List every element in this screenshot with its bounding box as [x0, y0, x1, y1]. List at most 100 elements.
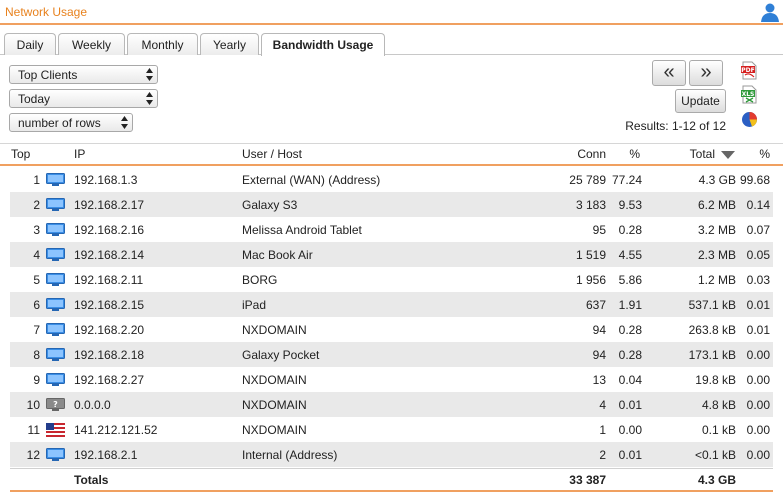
period-select[interactable]: Today [9, 89, 158, 108]
row-total-pct: 99.68 [739, 172, 770, 187]
row-conn-pct: 9.53 [618, 197, 642, 212]
table-row[interactable]: 7 192.168.2.20 NXDOMAIN 94 0.28 263.8 kB 0.01 [10, 317, 773, 342]
table-row[interactable]: 10? 0.0.0.0 NXDOMAIN 4 0.01 4.8 kB 0.00 [10, 392, 773, 417]
row-total-pct: 0.05 [746, 247, 770, 262]
header-top[interactable]: Top [11, 144, 30, 164]
header-total-pct[interactable]: % [745, 144, 770, 164]
row-ip: 192.168.1.3 [74, 172, 138, 187]
row-total: 6.2 MB [697, 197, 736, 212]
row-ip: 192.168.2.1 [74, 447, 138, 462]
pie-chart-icon[interactable] [740, 110, 759, 129]
row-rank: 3 [33, 222, 40, 237]
svg-text:?: ? [53, 400, 58, 409]
header-conn-pct[interactable]: % [612, 144, 640, 164]
row-host: Mac Book Air [242, 247, 313, 262]
table-row[interactable]: 4 192.168.2.14 Mac Book Air 1 519 4.55 2.3 MB… [10, 242, 773, 267]
row-host: iPad [242, 297, 267, 312]
tab-yearly[interactable]: Yearly [200, 33, 259, 55]
row-conn-pct: 77.24 [611, 172, 642, 187]
select-arrows-icon [121, 116, 128, 129]
row-ip: 0.0.0.0 [74, 397, 111, 412]
row-conn: 1 956 [575, 272, 606, 287]
next-button[interactable]: » [689, 60, 723, 86]
row-total-pct: 0.00 [746, 422, 770, 437]
table-row[interactable]: 5 192.168.2.11 BORG 1 956 5.86 1.2 MB 0.03 [10, 267, 773, 292]
totals-total: 4.3 GB [697, 472, 736, 487]
row-host: NXDOMAIN [242, 397, 307, 412]
svg-text:XLS: XLS [742, 91, 755, 98]
row-total-pct: 0.00 [746, 397, 770, 412]
table-row[interactable]: 1 192.168.1.3 External (WAN) (Address) 25 7… [10, 167, 773, 192]
report-select[interactable]: Top Clients [9, 65, 158, 84]
row-total: <0.1 kB [694, 447, 736, 462]
row-conn: 25 789 [569, 172, 606, 187]
row-conn-pct: 0.00 [618, 422, 642, 437]
row-total-pct: 0.01 [746, 322, 770, 337]
row-ip: 192.168.2.20 [74, 322, 145, 337]
rows-select[interactable]: number of rows [9, 113, 133, 132]
row-total: 4.3 GB [698, 172, 736, 187]
row-total: 4.8 kB [701, 397, 736, 412]
tab-weekly[interactable]: Weekly [58, 33, 125, 55]
tab-label: Monthly [141, 37, 184, 52]
xls-icon[interactable]: XLS [740, 85, 759, 104]
header-host[interactable]: User / Host [242, 144, 302, 164]
table-header: Top IP User / Host Conn % Total % [0, 143, 783, 166]
row-conn-pct: 0.01 [618, 447, 642, 462]
row-host: Galaxy S3 [242, 197, 298, 212]
row-host: NXDOMAIN [242, 322, 307, 337]
row-conn: 1 [599, 422, 606, 437]
header-ip[interactable]: IP [74, 144, 85, 164]
row-total: 19.8 kB [695, 372, 736, 387]
table-row[interactable]: 12 192.168.2.1 Internal (Address) 2 0.01 <0.1… [10, 442, 773, 467]
period-select-value: Today [18, 91, 51, 106]
tab-daily[interactable]: Daily [4, 33, 56, 55]
row-ip: 192.168.2.15 [74, 297, 145, 312]
tab-label: Daily [16, 37, 44, 52]
table-row[interactable]: 2 192.168.2.17 Galaxy S3 3 183 9.53 6.2 MB 0.1… [10, 192, 773, 217]
row-conn: 95 [592, 222, 606, 237]
row-host: Galaxy Pocket [242, 347, 320, 362]
sort-desc-icon[interactable] [721, 151, 735, 159]
row-total-pct: 0.07 [746, 222, 770, 237]
table-row[interactable]: 9 192.168.2.27 NXDOMAIN 13 0.04 19.8 kB 0.00 [10, 367, 773, 392]
row-rank: 4 [33, 247, 40, 262]
table-row[interactable]: 11 141.212.121.52 NXDOMAIN 1 0.00 0.1 kB 0.00 [10, 417, 773, 442]
table-row[interactable]: 8 192.168.2.18 Galaxy Pocket 94 0.28 173.1 kB… [10, 342, 773, 367]
title-bar: Network Usage [0, 0, 783, 25]
prev-button[interactable]: « [652, 60, 686, 86]
row-host: Melissa Android Tablet [242, 222, 362, 237]
svg-text:PDF: PDF [741, 67, 754, 74]
table-row[interactable]: 6 192.168.2.15 iPad 637 1.91 537.1 kB 0.01 [10, 292, 773, 317]
table-row[interactable]: 3 192.168.2.16 Melissa Android Tablet 95 0.2… [10, 217, 773, 242]
row-conn-pct: 0.28 [618, 222, 642, 237]
row-conn: 4 [599, 397, 606, 412]
row-total: 2.3 MB [697, 247, 736, 262]
row-conn-pct: 0.04 [618, 372, 642, 387]
row-rank: 11 [27, 422, 40, 437]
row-rank: 1 [33, 172, 40, 187]
row-host: BORG [242, 272, 278, 287]
row-total: 3.2 MB [697, 222, 736, 237]
header-conn[interactable]: Conn [560, 144, 606, 164]
pdf-icon[interactable]: PDF [740, 61, 759, 80]
tab-monthly[interactable]: Monthly [127, 33, 198, 55]
row-ip: 141.212.121.52 [74, 422, 158, 437]
row-rank: 6 [33, 297, 40, 312]
totals-conn: 33 387 [569, 472, 606, 487]
row-ip: 192.168.2.14 [74, 247, 145, 262]
row-ip: 192.168.2.18 [74, 347, 145, 362]
row-total: 263.8 kB [688, 322, 736, 337]
row-conn-pct: 0.28 [618, 322, 642, 337]
row-rank: 9 [33, 372, 40, 387]
row-ip: 192.168.2.17 [74, 197, 145, 212]
update-button[interactable]: Update [675, 89, 726, 113]
row-total-pct: 0.00 [746, 372, 770, 387]
page-title: Network Usage [5, 5, 88, 19]
user-icon[interactable] [760, 2, 780, 22]
row-rank: 2 [33, 197, 40, 212]
row-host: NXDOMAIN [242, 422, 307, 437]
header-total[interactable]: Total [670, 144, 715, 164]
totals-label: Totals [74, 472, 109, 487]
tab-bandwidth-usage[interactable]: Bandwidth Usage [261, 33, 385, 56]
